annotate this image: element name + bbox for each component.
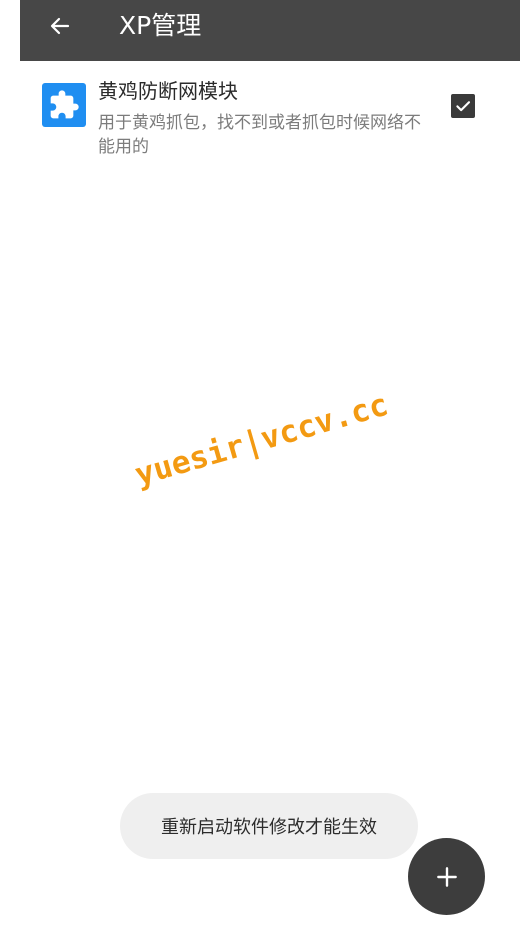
back-button[interactable] bbox=[42, 8, 78, 44]
checkmark-icon bbox=[456, 101, 471, 112]
arrow-left-icon bbox=[50, 17, 70, 35]
app-bar: XP管理 bbox=[20, 0, 520, 61]
puzzle-icon bbox=[42, 83, 86, 127]
module-description: 用于黄鸡抓包，找不到或者抓包时候网络不能用的 bbox=[98, 113, 421, 157]
module-enabled-checkbox[interactable] bbox=[451, 94, 475, 118]
watermark: yuesir|vccv.cc bbox=[131, 386, 393, 494]
toast-message: 重新启动软件修改才能生效 bbox=[120, 793, 418, 859]
plus-icon bbox=[436, 866, 457, 887]
module-title: 黄鸡防断网模块 bbox=[98, 79, 238, 103]
page-title: XP管理 bbox=[119, 11, 202, 40]
add-button[interactable] bbox=[408, 838, 485, 915]
module-list-item[interactable]: 黄鸡防断网模块 用于黄鸡抓包，找不到或者抓包时候网络不能用的 bbox=[20, 61, 520, 173]
